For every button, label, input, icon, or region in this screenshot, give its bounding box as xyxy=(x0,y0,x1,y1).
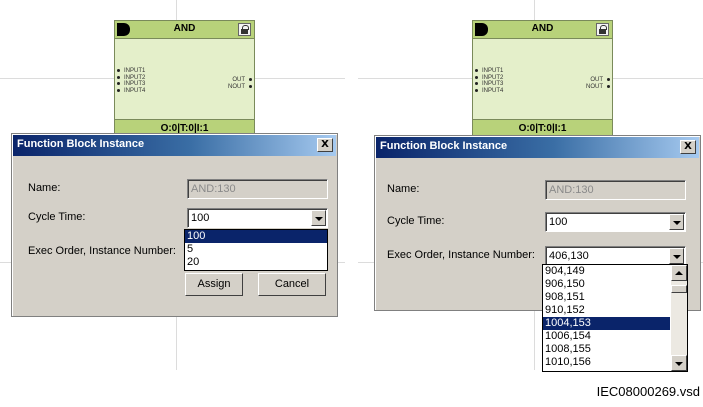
dialog-titlebar[interactable]: Function Block Instance X xyxy=(13,135,336,156)
close-icon[interactable]: X xyxy=(317,138,333,152)
exec-order-value: 406,130 xyxy=(549,250,589,262)
cycle-time-combobox[interactable]: 100 xyxy=(187,208,328,228)
exec-order-option[interactable]: 1010,156 xyxy=(543,356,670,369)
name-field: AND:130 xyxy=(187,179,328,199)
name-field: AND:130 xyxy=(545,180,686,200)
dialog-titlebar[interactable]: Function Block Instance X xyxy=(376,137,699,158)
name-label: Name: xyxy=(387,183,420,195)
chevron-down-icon xyxy=(675,362,683,366)
function-block-title: AND xyxy=(531,23,554,34)
cycle-time-dropdown-button[interactable] xyxy=(669,214,684,230)
function-block-outputs: OUT NOUT xyxy=(586,77,610,91)
chevron-down-icon xyxy=(673,221,681,225)
lock-icon[interactable] xyxy=(596,23,609,36)
cycle-time-value: 100 xyxy=(549,216,568,228)
exec-order-option[interactable]: 1004,153 xyxy=(543,317,670,330)
cycle-time-label: Cycle Time: xyxy=(387,215,445,227)
cycle-time-options-list[interactable]: 100 5 20 xyxy=(184,229,328,271)
exec-order-option[interactable]: 1008,155 xyxy=(543,343,670,356)
scroll-up-button[interactable] xyxy=(671,265,687,281)
dialog-title: Function Block Instance xyxy=(380,140,508,152)
exec-order-options: 904,149 906,150 908,151 910,152 1004,153… xyxy=(543,265,670,369)
cycle-time-label: Cycle Time: xyxy=(28,211,86,223)
lock-icon[interactable] xyxy=(238,23,251,36)
scroll-thumb[interactable] xyxy=(671,285,687,293)
function-block-inputs: INPUT1 INPUT2 INPUT3 INPUT4 xyxy=(116,68,145,95)
exec-order-option[interactable]: 906,150 xyxy=(543,278,670,291)
function-block-instance-dialog: Function Block Instance X Name: AND:130 … xyxy=(11,133,338,317)
input-pin[interactable]: INPUT4 xyxy=(116,88,145,95)
function-block-outputs: OUT NOUT xyxy=(228,77,252,91)
name-label: Name: xyxy=(28,182,61,194)
input-pin[interactable]: INPUT4 xyxy=(474,88,503,95)
cycle-time-option[interactable]: 20 xyxy=(185,256,327,269)
chevron-down-icon xyxy=(673,255,681,259)
cycle-time-option[interactable]: 5 xyxy=(185,243,327,256)
exec-order-label: Exec Order, Instance Number: xyxy=(28,245,176,257)
close-icon[interactable]: X xyxy=(680,140,696,154)
list-scrollbar[interactable] xyxy=(671,265,687,371)
figure-caption: IEC08000269.vsd xyxy=(596,384,700,399)
cycle-time-combobox[interactable]: 100 xyxy=(545,212,686,232)
left-panel: AND INPUT1 INPUT2 INPUT3 INPUT4 OUT NOUT… xyxy=(0,0,345,370)
output-pin[interactable]: NOUT xyxy=(228,84,252,91)
chevron-up-icon xyxy=(675,271,683,275)
dialog-title: Function Block Instance xyxy=(17,138,145,150)
function-block-inputs: INPUT1 INPUT2 INPUT3 INPUT4 xyxy=(474,68,503,95)
function-block-header: AND xyxy=(473,21,612,39)
exec-order-option[interactable]: 904,149 xyxy=(543,265,670,278)
exec-order-label: Exec Order, Instance Number: xyxy=(387,249,535,261)
cycle-time-value: 100 xyxy=(191,212,210,224)
assign-button[interactable]: Assign xyxy=(185,273,243,296)
name-value: AND:130 xyxy=(549,184,594,196)
name-value: AND:130 xyxy=(191,183,236,195)
exec-order-dropdown-button[interactable] xyxy=(669,248,684,264)
right-panel: AND INPUT1 INPUT2 INPUT3 INPUT4 OUT NOUT… xyxy=(358,0,703,372)
function-block[interactable]: AND INPUT1 INPUT2 INPUT3 INPUT4 OUT NOUT… xyxy=(114,20,255,138)
scroll-down-button[interactable] xyxy=(671,355,687,371)
cycle-time-option[interactable]: 100 xyxy=(185,230,327,243)
cancel-button[interactable]: Cancel xyxy=(258,273,326,296)
exec-order-option[interactable]: 910,152 xyxy=(543,304,670,317)
cycle-time-dropdown-button[interactable] xyxy=(311,210,326,226)
exec-order-option[interactable]: 908,151 xyxy=(543,291,670,304)
function-block-header: AND xyxy=(115,21,254,39)
exec-order-combobox[interactable]: 406,130 xyxy=(545,246,686,266)
chevron-down-icon xyxy=(315,217,323,221)
function-block[interactable]: AND INPUT1 INPUT2 INPUT3 INPUT4 OUT NOUT… xyxy=(472,20,613,138)
output-pin[interactable]: NOUT xyxy=(586,84,610,91)
exec-order-option[interactable]: 1006,154 xyxy=(543,330,670,343)
exec-order-options-list[interactable]: 904,149 906,150 908,151 910,152 1004,153… xyxy=(542,264,688,372)
function-block-title: AND xyxy=(173,23,196,34)
